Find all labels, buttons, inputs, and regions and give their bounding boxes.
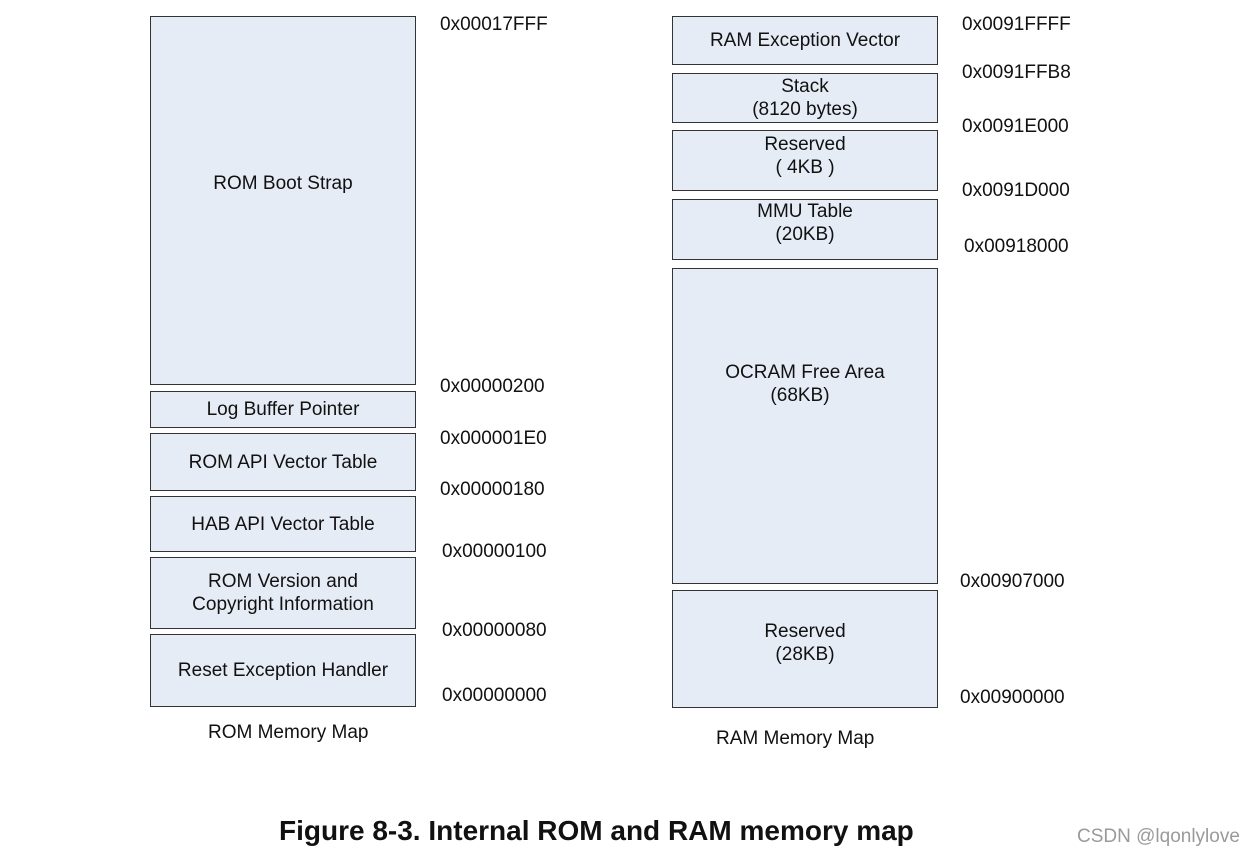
region-label-line1: MMU Table	[757, 201, 853, 222]
region-label: ROM Boot Strap	[213, 173, 353, 194]
region-label: HAB API Vector Table	[191, 513, 375, 535]
rom-address-label: 0x00000080	[442, 620, 547, 641]
rom-map-title: ROM Memory Map	[208, 722, 369, 743]
rom-region-reset-exception-handler: Reset Exception Handler	[150, 634, 416, 707]
region-label-line1: Stack	[781, 76, 829, 97]
region-label: Log Buffer Pointer	[206, 399, 360, 420]
ram-address-label: 0x0091D000	[962, 180, 1070, 201]
ram-address-label: 0x0091FFFF	[962, 14, 1071, 35]
rom-region-hab-api-vector-table: HAB API Vector Table	[150, 496, 416, 552]
rom-address-label: 0x00017FFF	[440, 14, 548, 35]
ram-address-label: 0x00907000	[960, 571, 1065, 592]
rom-region-rom-api-vector-table: ROM API Vector Table	[150, 433, 416, 491]
ram-map-title: RAM Memory Map	[716, 728, 875, 749]
region-label-line2: Copyright Information	[192, 594, 374, 615]
region-label: Reset Exception Handler	[177, 660, 389, 681]
figure-caption: Figure 8-3. Internal ROM and RAM memory …	[279, 815, 914, 846]
region-label-line1: ROM Version and	[208, 571, 358, 592]
rom-address-label: 0x000001E0	[440, 428, 547, 449]
region-label-line2: (20KB)	[775, 224, 835, 245]
region-label-line1: OCRAM Free Area	[725, 362, 885, 383]
region-label-line1: Reserved	[764, 134, 846, 155]
rom-region-boot-strap: ROM Boot Strap	[150, 16, 416, 385]
rom-address-label: 0x00000000	[442, 685, 547, 706]
rom-address-label: 0x00000200	[440, 376, 545, 397]
region-label: RAM Exception Vector	[709, 30, 901, 51]
ram-region-mmu-table: MMU Table (20KB)	[672, 199, 938, 260]
region-label: ROM API Vector Table	[188, 451, 378, 473]
region-label-line2: (68KB)	[770, 385, 830, 406]
region-label-line2: (28KB)	[775, 644, 835, 665]
ram-region-reserved-28kb: Reserved (28KB)	[672, 590, 938, 708]
region-label-line2: (8120 bytes)	[752, 99, 858, 120]
region-label-line1: Reserved	[764, 621, 846, 642]
rom-region-version-copyright: ROM Version and Copyright Information	[150, 557, 416, 629]
region-label-line2: ( 4KB )	[775, 157, 835, 178]
ram-region-reserved-4kb: Reserved ( 4KB )	[672, 130, 938, 191]
rom-address-label: 0x00000100	[442, 541, 547, 562]
watermark: CSDN @lqonlylove	[1077, 826, 1240, 847]
ram-region-ocram-free-area: OCRAM Free Area (68KB)	[672, 268, 938, 584]
ram-region-exception-vector: RAM Exception Vector	[672, 16, 938, 65]
rom-address-label: 0x00000180	[440, 479, 545, 500]
ram-address-label: 0x00918000	[964, 236, 1069, 257]
ram-address-label: 0x0091E000	[962, 116, 1069, 137]
rom-region-log-buffer-pointer: Log Buffer Pointer	[150, 391, 416, 428]
ram-address-label: 0x00900000	[960, 687, 1065, 708]
ram-region-stack: Stack (8120 bytes)	[672, 73, 938, 123]
ram-address-label: 0x0091FFB8	[962, 62, 1071, 83]
